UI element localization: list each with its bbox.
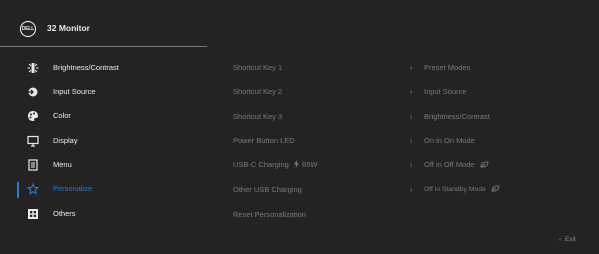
- menu-item-color[interactable]: Color: [0, 106, 207, 126]
- menu-label: Others: [53, 209, 76, 218]
- chevron-right-icon: ›: [410, 87, 413, 96]
- menu-label: Color: [53, 111, 71, 120]
- menu-label: Personalize: [53, 184, 93, 193]
- exit-label: Exit: [565, 236, 576, 243]
- chevron-right-icon: ›: [410, 136, 413, 145]
- chevron-right-icon: ›: [410, 160, 413, 169]
- header-divider: [0, 46, 207, 47]
- shortcut-key-3-label[interactable]: Shortcut Key 3: [233, 112, 282, 121]
- chevron-right-icon: ›: [410, 185, 413, 194]
- usb-c-charging-value: Off in Off Mode: [424, 160, 475, 169]
- logo-text: DELL: [21, 26, 35, 32]
- shortcut-key-1-label[interactable]: Shortcut Key 1: [233, 63, 282, 72]
- menu-label: Menu: [53, 160, 72, 169]
- menu-item-menu[interactable]: Menu: [0, 155, 207, 175]
- monitor-title: 32 Monitor: [47, 23, 90, 33]
- brightness-icon: [27, 63, 39, 73]
- shortcut-key-1-value: Preset Modes: [424, 63, 471, 72]
- menu-label: Display: [53, 136, 78, 145]
- usb-c-charging-value-row: Off in Off Mode: [424, 160, 489, 169]
- usb-c-charging-watts: 65W: [302, 160, 318, 169]
- power-button-led-value: On in On Mode: [424, 136, 475, 145]
- menu-item-personalize[interactable]: Personalize: [0, 179, 207, 199]
- others-icon: [28, 209, 38, 219]
- menu-icon: [28, 159, 38, 171]
- exit-button[interactable]: ‹ Exit: [559, 236, 576, 243]
- chevron-left-icon: ‹: [559, 236, 562, 243]
- chevron-right-icon: ›: [410, 112, 413, 121]
- dell-logo: DELL: [20, 21, 36, 37]
- menu-item-others[interactable]: Others: [0, 204, 207, 224]
- other-usb-charging-value: Off in Standby Mode: [424, 186, 486, 193]
- display-icon: [27, 135, 39, 147]
- usb-c-charging-label: USB-C Charging: [233, 160, 289, 169]
- osd-header: DELL 32 Monitor: [0, 0, 599, 46]
- selection-indicator: [17, 182, 19, 198]
- usb-c-charging-row[interactable]: USB-C Charging 65W: [233, 160, 317, 169]
- chevron-right-icon: ›: [410, 63, 413, 72]
- menu-item-input-source[interactable]: Input Source: [0, 82, 207, 102]
- reset-personalization-label[interactable]: Reset Personalization: [233, 210, 306, 219]
- eco-leaf-icon: [491, 185, 500, 192]
- shortcut-key-3-value: Brightness/Contrast: [424, 112, 490, 121]
- lightning-icon: [293, 160, 299, 168]
- menu-item-display[interactable]: Display: [0, 131, 207, 151]
- menu-item-brightness-contrast[interactable]: Brightness/Contrast: [0, 58, 207, 78]
- power-button-led-label[interactable]: Power Button LED: [233, 136, 295, 145]
- other-usb-charging-label[interactable]: Other USB Charging: [233, 185, 302, 194]
- menu-label: Input Source: [53, 87, 96, 96]
- menu-label: Brightness/Contrast: [53, 63, 119, 72]
- color-icon: [28, 111, 38, 122]
- shortcut-key-2-value: Input Source: [424, 87, 467, 96]
- star-icon: [27, 183, 39, 195]
- other-usb-charging-value-row: Off in Standby Mode: [424, 185, 500, 193]
- input-source-icon: [28, 87, 38, 97]
- monitor-osd: DELL 32 Monitor Brightness/Contrast Inpu…: [0, 0, 599, 254]
- shortcut-key-2-label[interactable]: Shortcut Key 2: [233, 87, 282, 96]
- eco-leaf-icon: [480, 161, 489, 168]
